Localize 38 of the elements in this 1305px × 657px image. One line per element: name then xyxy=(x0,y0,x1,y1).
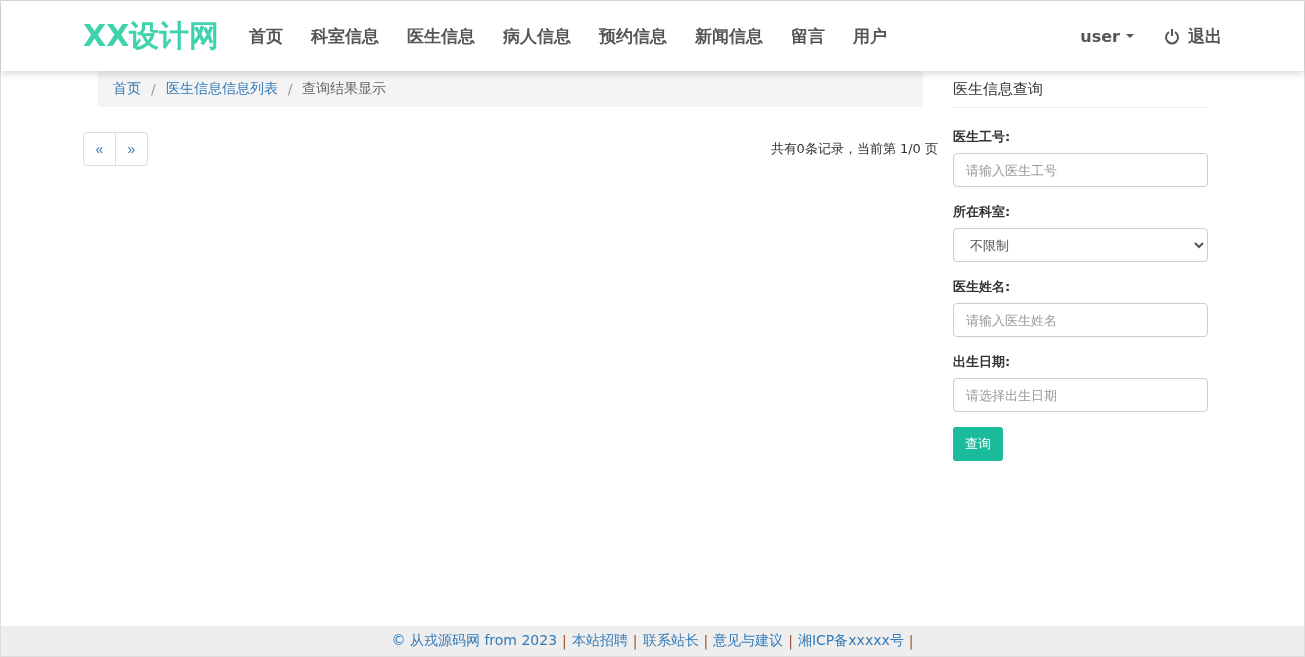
input-field[interactable]: 请输入医生工号 xyxy=(953,153,1208,187)
nav-link[interactable]: 首页 xyxy=(235,24,298,48)
user-menu[interactable]: user xyxy=(1080,26,1134,46)
breadcrumb-divider: / xyxy=(287,81,293,97)
footer-link[interactable]: 湘ICP备xxxxx号 xyxy=(797,632,904,650)
record-summary: 共有0条记录，当前第 1/0 页 xyxy=(770,140,938,158)
select-field[interactable]: 不限制 xyxy=(953,228,1208,262)
separator: | xyxy=(632,633,638,649)
input-field[interactable]: 请输入医生姓名 xyxy=(953,303,1208,337)
breadcrumb-current: 查询结果显示 xyxy=(302,80,387,98)
input-field[interactable]: 请选择出生日期 xyxy=(953,378,1208,412)
nav-link[interactable]: 用户 xyxy=(839,24,902,48)
nav-link[interactable]: 医生信息 xyxy=(393,24,490,48)
logout-link[interactable]: 退出 xyxy=(1164,24,1222,48)
separator: | xyxy=(562,633,567,649)
field-label: 出生日期: xyxy=(953,353,1012,371)
field-label: 医生工号: xyxy=(953,128,1012,146)
field-label: 所在科室: xyxy=(953,203,1012,221)
nav-link[interactable]: 科室信息 xyxy=(297,24,394,48)
nav-link[interactable]: 留言 xyxy=(777,24,840,48)
footer-link[interactable]: © 从戎源码网 from 2023 xyxy=(391,632,558,650)
footer-link[interactable]: 联系站长 xyxy=(642,632,699,650)
footer-link[interactable]: 意见与建议 xyxy=(713,632,784,650)
nav-link[interactable]: 病人信息 xyxy=(489,24,586,48)
breadcrumb-divider: / xyxy=(151,81,156,97)
power-icon xyxy=(1164,27,1180,45)
nav-link[interactable]: 预约信息 xyxy=(585,24,682,48)
nav-link[interactable]: 新闻信息 xyxy=(681,24,778,48)
separator: | xyxy=(788,633,793,649)
breadcrumb-link[interactable]: 医生信息信息列表 xyxy=(165,80,278,98)
panel-title: 医生信息查询 xyxy=(953,71,1208,108)
separator: | xyxy=(703,633,709,649)
breadcrumb-link[interactable]: 首页 xyxy=(113,80,141,98)
separator: | xyxy=(908,633,914,649)
page-button[interactable]: » xyxy=(115,132,148,166)
footer-link[interactable]: 本站招聘 xyxy=(571,632,628,650)
page-button[interactable]: « xyxy=(83,132,116,166)
field-label: 医生姓名: xyxy=(953,278,1012,296)
